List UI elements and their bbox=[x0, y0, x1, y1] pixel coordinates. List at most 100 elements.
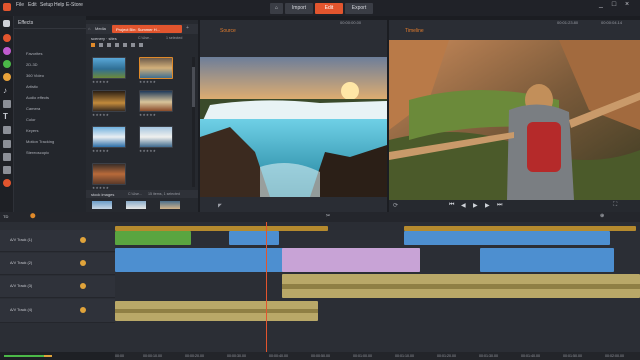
menu-setup[interactable]: Setup bbox=[40, 2, 53, 8]
effects-item[interactable]: 360 Video bbox=[26, 73, 44, 78]
effects-item[interactable]: Artistic bbox=[26, 84, 38, 89]
menu-icon[interactable] bbox=[3, 100, 11, 108]
fast-forward-icon[interactable]: ⏭ bbox=[497, 202, 502, 209]
close-button[interactable]: × bbox=[622, 1, 632, 9]
stock-collection-name[interactable]: stock images bbox=[91, 192, 114, 197]
track-header[interactable]: A/V Track (1) bbox=[0, 230, 115, 252]
scorefitter-icon[interactable] bbox=[3, 153, 11, 161]
stock-thumbnail[interactable] bbox=[92, 201, 112, 209]
project-bin-tab[interactable]: Project Bin: Summer H... bbox=[112, 25, 182, 33]
collection-bar: scenery · sites C:\Use... 1 selected bbox=[86, 35, 198, 43]
audio-clip[interactable] bbox=[282, 274, 640, 298]
menu-help[interactable]: Help bbox=[54, 2, 64, 8]
zoom-icon[interactable]: ⊕ bbox=[600, 213, 604, 219]
transitions-icon[interactable] bbox=[3, 47, 11, 55]
track-header[interactable]: A/V Track (2) bbox=[0, 253, 115, 275]
volume-icon[interactable] bbox=[80, 283, 86, 289]
record-icon[interactable] bbox=[3, 179, 11, 187]
snap-icon[interactable]: ⬤ bbox=[30, 213, 36, 219]
clip-thumbnail[interactable] bbox=[139, 57, 173, 79]
timeline-name[interactable]: TD bbox=[3, 214, 8, 219]
video-clip[interactable] bbox=[115, 231, 191, 245]
effects-item[interactable]: Color bbox=[26, 117, 36, 122]
effects-item[interactable]: Stereoscopic bbox=[26, 150, 49, 155]
clip-thumbnail[interactable] bbox=[92, 90, 126, 112]
ruler-label: 00:01:30.00 bbox=[479, 354, 498, 358]
audio-clip[interactable] bbox=[115, 301, 318, 321]
effects-header: Effects bbox=[14, 16, 86, 29]
tag-icon[interactable] bbox=[123, 43, 127, 47]
menu-file[interactable]: File bbox=[16, 2, 24, 8]
montage-icon[interactable] bbox=[3, 60, 11, 68]
effects-icon[interactable] bbox=[3, 34, 11, 42]
stock-thumbnail[interactable] bbox=[160, 201, 180, 209]
timeline-playhead[interactable] bbox=[266, 222, 267, 352]
stock-thumbnail[interactable] bbox=[126, 201, 146, 209]
razor-icon[interactable]: ✂ bbox=[326, 213, 330, 219]
add-tab-icon[interactable]: + bbox=[186, 25, 189, 31]
library-scrollbar[interactable] bbox=[192, 57, 195, 187]
ruler-label: 00:01:40.00 bbox=[521, 354, 540, 358]
music-icon[interactable]: ♪ bbox=[3, 87, 11, 95]
clip-thumbnail[interactable] bbox=[92, 57, 126, 79]
library-icon[interactable] bbox=[3, 20, 10, 27]
clip-thumbnail[interactable] bbox=[92, 126, 126, 148]
ruler-label: 00:00:50.00 bbox=[311, 354, 330, 358]
step-forward-icon[interactable]: ▶ bbox=[485, 202, 490, 209]
stock-collection-path: C:\Use... bbox=[128, 191, 142, 196]
rating-stars: ★★★★★ bbox=[139, 80, 157, 84]
volume-icon[interactable] bbox=[80, 260, 86, 266]
color-icon[interactable] bbox=[3, 140, 11, 148]
edit-tab[interactable]: Edit bbox=[315, 3, 343, 14]
effects-item[interactable]: Favorites bbox=[26, 51, 42, 56]
pin-icon[interactable]: ◤ bbox=[218, 203, 222, 209]
effects-item[interactable]: 2D-3D bbox=[26, 62, 38, 67]
effects-item[interactable]: Motion Tracking bbox=[26, 139, 54, 144]
menu-edit[interactable]: Edit bbox=[28, 2, 37, 8]
video-clip[interactable] bbox=[229, 231, 279, 245]
maximize-button[interactable]: □ bbox=[609, 1, 619, 9]
export-tab[interactable]: Export bbox=[345, 3, 373, 14]
titles-icon[interactable] bbox=[3, 73, 11, 81]
menu-estore[interactable]: E-Store bbox=[66, 2, 83, 8]
video-clip[interactable] bbox=[480, 248, 614, 272]
home-small-icon[interactable]: ⌂ bbox=[88, 26, 90, 31]
volume-icon[interactable] bbox=[80, 237, 86, 243]
track-header[interactable]: A/V Track (4) bbox=[0, 299, 115, 323]
loop-icon[interactable]: ⟳ bbox=[393, 202, 398, 209]
folder-icon[interactable] bbox=[91, 43, 95, 47]
import-tab[interactable]: Import bbox=[285, 3, 313, 14]
media-tab[interactable]: Media bbox=[95, 26, 106, 31]
track-header[interactable]: A/V Track (3) bbox=[0, 276, 115, 298]
title-clip[interactable] bbox=[282, 248, 420, 272]
sound-icon[interactable] bbox=[3, 126, 11, 134]
effects-item[interactable]: Keyers bbox=[26, 128, 38, 133]
clip-thumbnail[interactable] bbox=[139, 90, 173, 112]
source-preview[interactable] bbox=[200, 57, 387, 197]
volume-icon[interactable] bbox=[80, 307, 86, 313]
minimize-button[interactable]: _ bbox=[596, 1, 606, 9]
clip-thumbnail[interactable] bbox=[139, 126, 173, 148]
star-filter-icon[interactable] bbox=[139, 43, 143, 47]
effects-item[interactable]: Camera bbox=[26, 106, 40, 111]
transition-bar[interactable] bbox=[404, 226, 636, 231]
transition-bar[interactable] bbox=[115, 226, 328, 231]
text-icon[interactable]: T bbox=[3, 113, 11, 121]
timeline-toolbar: TD ⬤ ✂ ⊕ bbox=[0, 212, 640, 222]
video-clip[interactable] bbox=[404, 231, 610, 245]
collection-name[interactable]: scenery · sites bbox=[91, 36, 117, 41]
view-icon[interactable] bbox=[99, 43, 103, 47]
step-back-icon[interactable]: ◀ bbox=[461, 202, 466, 209]
filter-icon[interactable] bbox=[115, 43, 119, 47]
list-icon[interactable] bbox=[131, 43, 135, 47]
effects-item[interactable]: Audio effects bbox=[26, 95, 49, 100]
rewind-icon[interactable]: ⏮ bbox=[449, 202, 454, 209]
track-name: A/V Track (4) bbox=[10, 308, 33, 312]
timeline-preview[interactable] bbox=[389, 40, 640, 200]
play-icon[interactable]: ▶ bbox=[473, 202, 478, 209]
sort-icon[interactable] bbox=[107, 43, 111, 47]
voiceover-icon[interactable] bbox=[3, 166, 11, 174]
clip-thumbnail[interactable] bbox=[92, 163, 126, 185]
home-button[interactable]: ⌂ bbox=[270, 3, 283, 14]
fullscreen-icon[interactable]: ⛶ bbox=[613, 202, 617, 209]
